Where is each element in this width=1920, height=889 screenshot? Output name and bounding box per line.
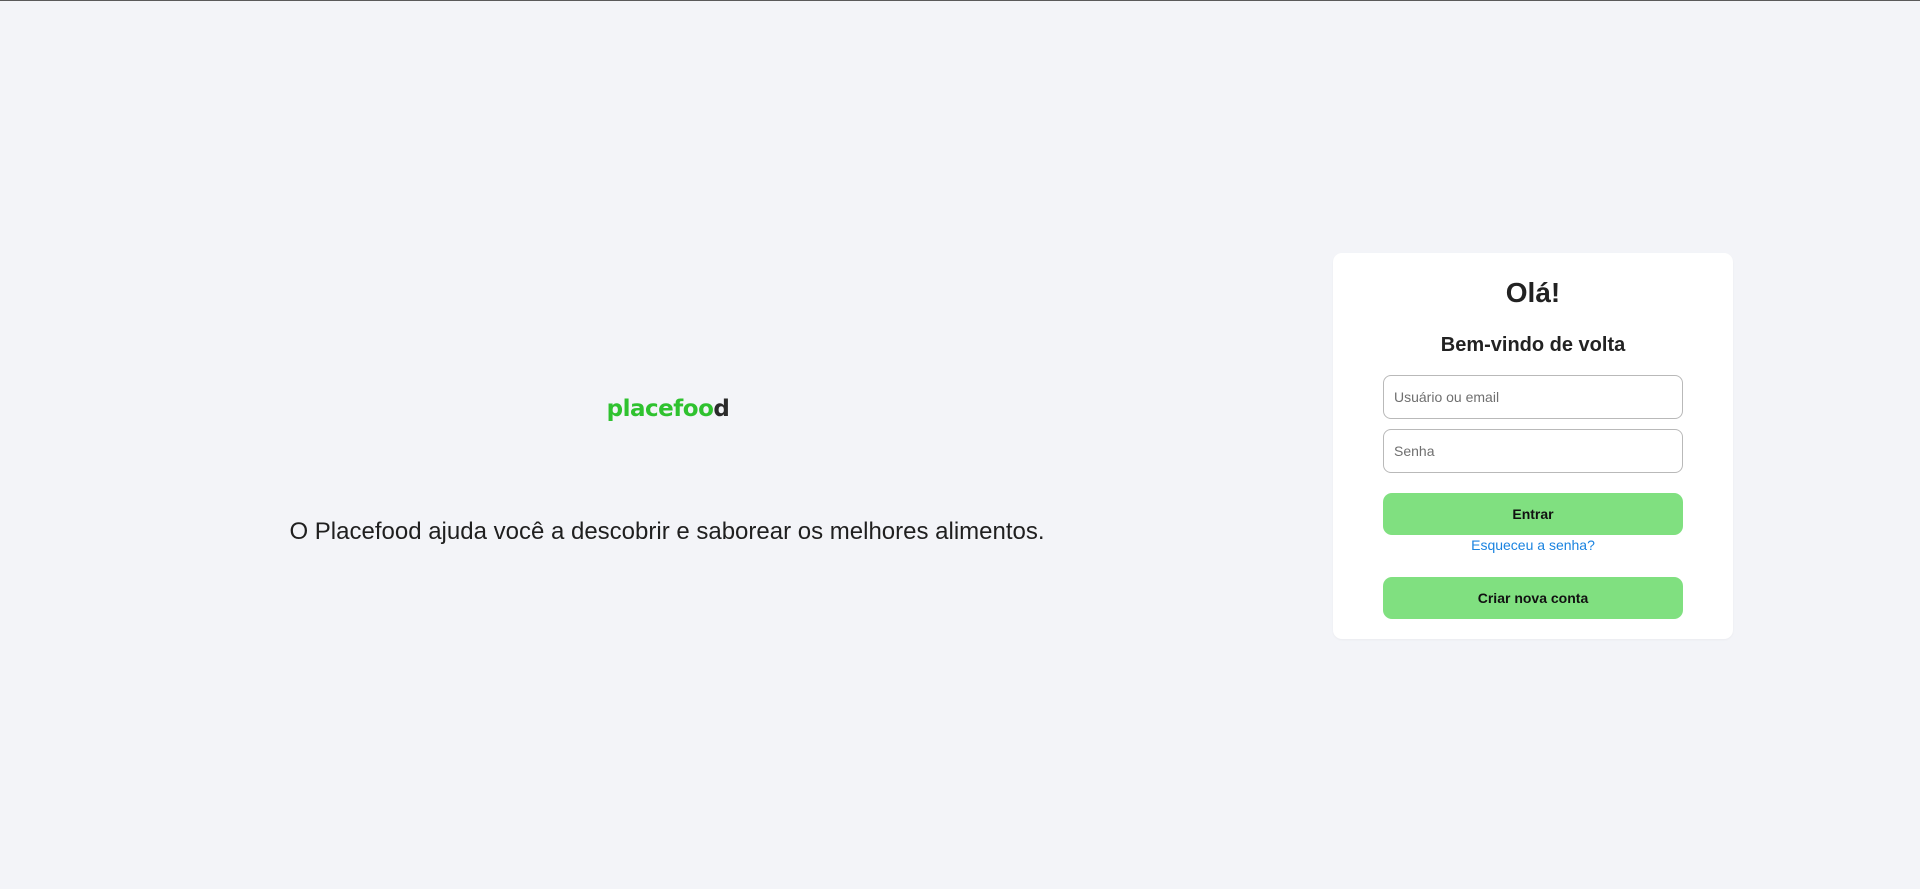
logo-text-foo: foo	[673, 396, 714, 422]
create-account-button[interactable]: Criar nova conta	[1383, 577, 1683, 619]
login-button[interactable]: Entrar	[1383, 493, 1683, 535]
login-title: Olá!	[1505, 277, 1561, 308]
hero-section: placefood O Placefood ajuda você a desco…	[0, 0, 1335, 889]
logo-text-place: place	[606, 396, 674, 422]
login-card: Olá! Bem-vindo de volta Entrar Esqueceu …	[1333, 253, 1733, 639]
login-subtitle: Bem-vindo de volta	[1440, 334, 1626, 356]
placefood-logo: placefood	[0, 396, 1336, 422]
hero-tagline: O Placefood ajuda você a descobrir e sab…	[289, 518, 1045, 545]
logo-text-d: d	[713, 396, 730, 422]
password-input[interactable]	[1383, 429, 1683, 473]
forgot-password-link[interactable]: Esqueceu a senha?	[1333, 537, 1733, 553]
username-input[interactable]	[1383, 375, 1683, 419]
